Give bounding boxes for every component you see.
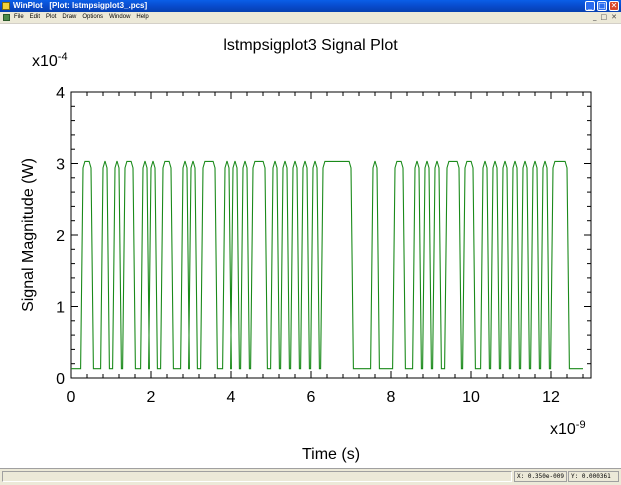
winplot-app-icon [2,2,10,10]
menu-plot[interactable]: Plot [46,12,56,23]
mdi-restore-button[interactable]: □ [601,12,608,23]
menu-window[interactable]: Window [109,12,130,23]
x-tick-label: 0 [67,389,76,406]
x-coordinate-readout: X: 0.350e-009 [514,471,567,482]
menu-file[interactable]: File [14,12,24,23]
x-tick-label: 2 [147,389,156,406]
x-axis-exponent: -9 [576,419,586,431]
x-tick-label: 10 [462,389,480,406]
signal-plot-svg[interactable]: 012340 2 4 6 8 10 12x10-4x10-9Time (s)Signal M… [0,48,621,466]
mdi-close-button[interactable]: ✕ [611,12,617,23]
menu-edit[interactable]: Edit [30,12,40,23]
title-bar[interactable]: WinPlot [Plot: lstmpsigplot3_.pcs] _ □ ✕ [0,0,621,12]
x-tick-label: 8 [387,389,396,406]
window-title: WinPlot [Plot: lstmpsigplot3_.pcs] [13,1,148,10]
menu-draw[interactable]: Draw [62,12,76,23]
x-tick-label: 6 [307,389,316,406]
plot-area[interactable]: lstmpsigplot3 Signal Plot 0 1 2 3 4 0 2 4 6 8 10 12… [0,24,621,468]
x-axis-label: Time (s) [302,446,360,463]
status-message-pane [2,471,512,482]
x-tick-label: 12 [542,389,560,406]
maximize-button[interactable]: □ [597,1,607,11]
signal-series-line [71,160,583,370]
y-axis-label: Signal Magnitude (W) [20,158,37,312]
mdi-buttons: _ □ ✕ [593,12,617,23]
x-axis-multiplier: x10-9 [550,419,586,438]
menu-help[interactable]: Help [136,12,148,23]
y-tick-label: 3 [56,157,65,174]
menu-options[interactable]: Options [82,12,103,23]
y-tick-label: 1 [56,300,65,317]
close-button[interactable]: ✕ [609,1,619,11]
status-bar: X: 0.350e-009 Y: 0.000361 [0,468,621,485]
mdi-minimize-button[interactable]: _ [593,12,597,23]
document-icon[interactable] [3,14,10,21]
menu-bar: File Edit Plot Draw Options Window Help … [0,12,621,24]
y-axis-multiplier: x10-4 [32,51,68,70]
y-axis-exponent: -4 [58,51,68,63]
y-tick-label: 2 [56,228,65,245]
menu-items: File Edit Plot Draw Options Window Help [14,12,149,23]
y-coordinate-readout: Y: 0.000361 [568,471,619,482]
x-tick-label: 4 [227,389,236,406]
minimize-button[interactable]: _ [585,1,595,11]
y-tick-label: 0 [56,371,65,388]
y-tick-label: 4 [56,85,65,102]
